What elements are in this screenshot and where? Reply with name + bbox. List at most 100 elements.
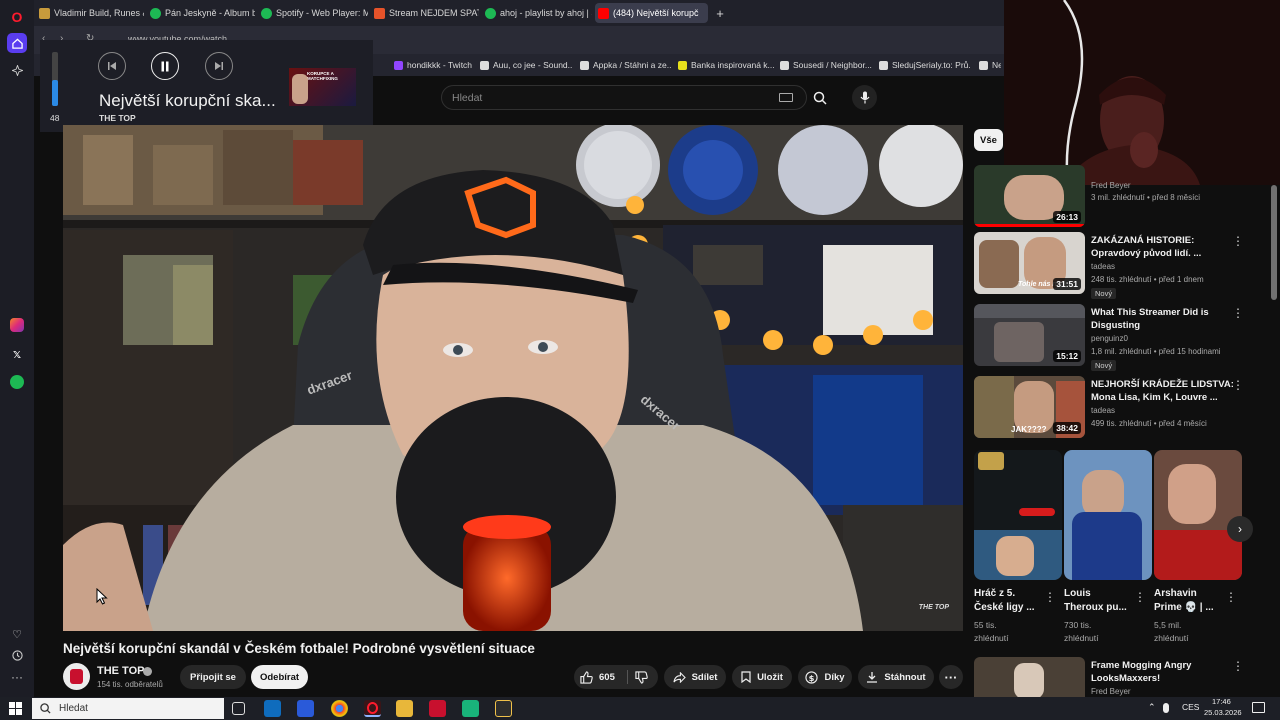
more-options-icon[interactable]: ⋮ — [1134, 590, 1146, 604]
recommendation-title[interactable]: Frame Mogging Angry LooksMaxxers! — [1091, 659, 1236, 685]
microphone-tray-icon[interactable] — [1163, 703, 1169, 713]
file-explorer-icon[interactable] — [396, 700, 413, 717]
download-button[interactable]: Stáhnout — [858, 665, 934, 689]
recommendation-thumbnail[interactable]: Tohle nás neu 31:51 — [974, 232, 1085, 294]
search-input[interactable]: Hledat — [452, 92, 482, 104]
more-options-icon[interactable]: ⋮ — [1225, 590, 1237, 604]
app-green-icon[interactable] — [462, 700, 479, 717]
tab-pan-jeskyne[interactable]: Pán Jeskyně - Album by F — [147, 3, 255, 23]
recommendation-item[interactable]: Frame Mogging Angry LooksMaxxers! Fred B… — [974, 657, 1270, 697]
short-title[interactable]: Louis Theroux pu... — [1064, 587, 1130, 615]
recommendation-item[interactable]: 15:12 What This Streamer Did is Disgusti… — [974, 304, 1270, 371]
opera-taskbar-icon[interactable] — [364, 700, 381, 717]
recommendation-item[interactable]: Tohle nás neu 31:51 ZAKÁZANÁ HISTORIE: O… — [974, 232, 1270, 299]
short-title[interactable]: Arshavin Prime 💀 | ... — [1154, 587, 1220, 615]
more-options-icon[interactable]: ⋮ — [1044, 590, 1056, 604]
clock-time[interactable]: 17:46 — [1212, 697, 1231, 706]
pause-icon — [161, 61, 169, 71]
tray-expand-icon[interactable]: ⌃ — [1148, 702, 1156, 713]
tab-vladimir[interactable]: Vladimir Build, Runes & C — [36, 3, 144, 23]
share-button[interactable]: Sdílet — [664, 665, 726, 689]
home-icon[interactable] — [7, 33, 27, 53]
app-league-icon[interactable] — [495, 700, 512, 717]
clock-date[interactable]: 25.03.2026 — [1204, 708, 1242, 717]
outlook-icon[interactable] — [264, 700, 281, 717]
bookmark-overflow[interactable]: Ne — [979, 58, 1001, 72]
twitch-icon — [394, 60, 403, 70]
more-options-icon[interactable]: ⋮ — [1232, 659, 1244, 673]
page-scrollbar[interactable] — [1271, 185, 1277, 300]
taskbar-search-input[interactable]: Hledat — [59, 703, 88, 714]
more-icon[interactable]: ··· — [7, 667, 27, 687]
task-view-icon[interactable] — [232, 702, 245, 715]
more-options-icon[interactable]: ⋮ — [1232, 234, 1244, 248]
next-track-button[interactable] — [205, 52, 233, 80]
page-icon — [780, 60, 789, 70]
search-box[interactable]: Hledat — [441, 85, 807, 110]
recommendation-channel: Fred Beyer — [1091, 181, 1131, 190]
tab-spotify[interactable]: Spotify - Web Player: Mus — [258, 3, 368, 23]
more-options-icon[interactable]: ⋮ — [1232, 378, 1244, 392]
volume-slider[interactable] — [52, 52, 58, 106]
filter-chip-all[interactable]: Vše — [974, 129, 1003, 151]
notifications-icon[interactable] — [1252, 702, 1265, 713]
tab-youtube-active[interactable]: (484) Největší korupč — [595, 3, 708, 23]
recommendation-title[interactable]: NEJHORŠÍ KRÁDEŽE LIDSTVA: Mona Lisa, Kim… — [1091, 378, 1236, 404]
short-thumbnail[interactable] — [1154, 450, 1242, 580]
bookmark-sousedi[interactable]: Sousedi / Neighbor... — [780, 58, 872, 72]
tab-stream[interactable]: Stream NEJDEM SPAT👏 ● — [371, 3, 479, 23]
x-twitter-icon[interactable]: 𝕏 — [7, 345, 27, 365]
opera-logo-icon[interactable]: O — [7, 7, 27, 27]
instagram-icon[interactable] — [10, 318, 24, 332]
recommendation-title[interactable]: ZAKÁZANÁ HISTORIE: Opravdový původ lidí.… — [1091, 234, 1236, 260]
more-actions-button[interactable]: ··· — [939, 665, 963, 689]
bookmark-appka[interactable]: Appka / Stáhni a ze... — [580, 58, 672, 72]
tab-strip: Vladimir Build, Runes & C Pán Jeskyně - … — [34, 0, 1004, 26]
recommendation-thumbnail[interactable]: JAK???? 38:42 — [974, 376, 1085, 438]
taskbar-search-box[interactable]: Hledat — [32, 698, 224, 719]
recommendation-item[interactable]: 26:13 Fred Beyer 3 mil. zhlédnutí • před… — [974, 165, 1270, 227]
bookmark-banka[interactable]: Banka inspirovaná k... — [678, 58, 774, 72]
thanks-button[interactable]: $ Díky — [798, 665, 852, 689]
video-frame — [63, 125, 963, 631]
bookmark-sledujserialy[interactable]: SledujSerialy.to: Prů... — [879, 58, 971, 72]
join-button[interactable]: Připojit se — [180, 665, 246, 689]
ai-sparkle-icon[interactable] — [7, 60, 27, 80]
history-icon[interactable] — [7, 645, 27, 665]
search-button[interactable] — [807, 85, 833, 110]
channel-avatar[interactable] — [63, 663, 90, 690]
like-icon[interactable] — [580, 670, 593, 684]
channel-name[interactable]: THE TOP — [97, 665, 144, 677]
dislike-icon[interactable] — [635, 670, 648, 684]
windows-start-icon[interactable] — [9, 702, 22, 715]
subscribe-button[interactable]: Odebírat — [251, 665, 308, 689]
shorts-next-button[interactable]: › — [1227, 516, 1253, 542]
new-tab-button[interactable]: + — [712, 3, 728, 23]
chrome-icon[interactable] — [331, 700, 348, 717]
spotify-icon[interactable] — [7, 372, 27, 392]
keyboard-icon[interactable] — [779, 93, 793, 102]
recommendation-thumbnail[interactable] — [974, 657, 1085, 697]
previous-track-button[interactable] — [98, 52, 126, 80]
short-thumbnail[interactable] — [1064, 450, 1152, 580]
bookmark-soundcloud[interactable]: Auu, co jee - Sound... — [480, 58, 572, 72]
more-options-icon[interactable]: ⋮ — [1232, 306, 1244, 320]
store-icon[interactable] — [297, 700, 314, 717]
voice-search-button[interactable] — [852, 85, 877, 110]
tab-ahoj-playlist[interactable]: ahoj - playlist by ahoj | Sp — [482, 3, 592, 23]
app-red-icon[interactable] — [429, 700, 446, 717]
recommendation-thumbnail[interactable]: 15:12 — [974, 304, 1085, 366]
mini-player-thumbnail: KORUPCE A MATCHFIXING — [289, 68, 356, 106]
short-thumbnail[interactable] — [974, 450, 1062, 580]
heart-icon[interactable]: ♡ — [7, 624, 27, 644]
short-views: 55 tis. zhlédnutí — [974, 620, 1009, 643]
recommendation-thumbnail[interactable]: 26:13 — [974, 165, 1085, 227]
recommendation-title[interactable]: What This Streamer Did is Disgusting — [1091, 306, 1236, 332]
pause-button[interactable] — [151, 52, 179, 80]
language-indicator[interactable]: CES — [1182, 702, 1199, 712]
recommendation-item[interactable]: JAK???? 38:42 NEJHORŠÍ KRÁDEŽE LIDSTVA: … — [974, 376, 1270, 438]
short-title[interactable]: Hráč z 5. České ligy ... — [974, 587, 1040, 615]
video-player[interactable]: THE TOP dxracer dxracer — [63, 125, 963, 631]
bookmark-twitch[interactable]: hondikkk - Twitch — [394, 58, 474, 72]
save-button[interactable]: Uložit — [732, 665, 792, 689]
